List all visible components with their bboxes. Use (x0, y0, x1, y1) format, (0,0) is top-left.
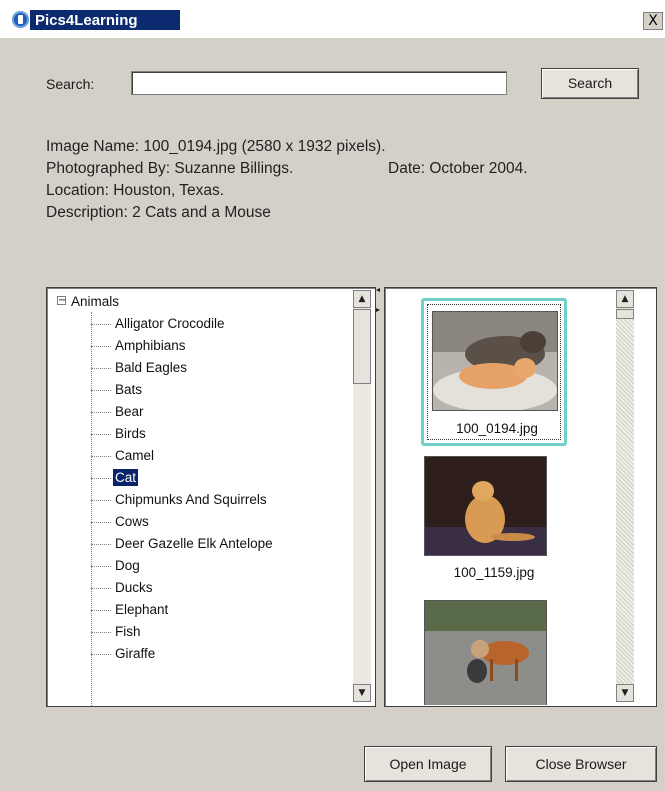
tree-branch-line (91, 411, 111, 413)
tree-scrollbar[interactable]: ▲ ▼ (353, 290, 371, 702)
thumbnail-image (432, 311, 558, 411)
thumbnail-scrollbar[interactable]: ▲ ▼ (616, 290, 634, 702)
tree-branch-line (91, 521, 111, 523)
tree-item-label: Bats (115, 382, 143, 397)
tree-item-label: Amphibians (115, 338, 186, 353)
tree-item-label: Camel (115, 448, 155, 463)
thumbnail-caption: 100_0194.jpg (456, 421, 538, 436)
thumbnail-caption: 100_1159.jpg (453, 565, 535, 580)
scroll-thumb[interactable] (616, 309, 634, 319)
tree-branch-line (91, 499, 111, 501)
tree-item[interactable]: Alligator Crocodile (91, 316, 227, 336)
scroll-up-icon[interactable]: ▲ (353, 290, 371, 308)
image-name-text: Image Name: 100_0194.jpg (2580 x 1932 pi… (46, 138, 386, 155)
tree-branch-line (91, 543, 111, 545)
tree-branch-line (91, 455, 111, 457)
tree-item-label: Deer Gazelle Elk Antelope (115, 536, 273, 551)
tree-item-label: Chipmunks And Squirrels (115, 492, 267, 507)
thumbnail-item[interactable]: 100_1159.jpg (421, 456, 567, 586)
tree-item[interactable]: Bald Eagles (91, 360, 189, 380)
tree-branch-line (91, 323, 111, 325)
tree-branch-line (91, 389, 111, 391)
scroll-down-icon[interactable]: ▼ (616, 684, 634, 702)
tree-branch-line (91, 345, 111, 347)
tree-item[interactable]: Deer Gazelle Elk Antelope (91, 536, 275, 556)
location-text: Location: Houston, Texas. (46, 182, 225, 199)
title-bar[interactable]: Pics4Learning X (0, 0, 665, 38)
tree-branch-line (91, 653, 111, 655)
scroll-down-icon[interactable]: ▼ (353, 684, 371, 702)
tree-item-label: Fish (115, 624, 141, 639)
scroll-up-icon[interactable]: ▲ (616, 290, 634, 308)
thumbnail-image (424, 456, 547, 556)
tree-item-label: Cows (115, 514, 149, 529)
scroll-thumb[interactable] (353, 309, 371, 384)
tree-item[interactable]: Cows (91, 514, 151, 534)
tree-item[interactable]: Dog (91, 558, 142, 578)
tree-item[interactable]: Camel (91, 448, 156, 468)
tree-item[interactable]: Amphibians (91, 338, 188, 358)
tree-item[interactable]: Birds (91, 426, 148, 446)
tree-item[interactable]: Bats (91, 382, 144, 402)
tree-item[interactable]: Giraffe (91, 646, 157, 666)
tree-item-label: Giraffe (115, 646, 156, 661)
description-text: Description: 2 Cats and a Mouse (46, 204, 271, 221)
tree-item[interactable]: Ducks (91, 580, 155, 600)
tree-item[interactable]: Cat (91, 469, 139, 490)
tree-item-label: Elephant (115, 602, 169, 617)
tree-root-label: Animals (71, 294, 120, 309)
tree-branch-line (91, 477, 111, 479)
tree-branch-line (91, 609, 111, 611)
tree-branch-line (91, 565, 111, 567)
thumbnail-item[interactable]: 100_0194.jpg (421, 298, 567, 446)
splitter-handle-icon[interactable] (376, 288, 381, 318)
tree-root[interactable]: − Animals (57, 294, 119, 309)
photographer-text: Photographed By: Suzanne Billings. (46, 160, 294, 177)
tree-item-label: Bear (115, 404, 144, 419)
tree-item-label: Ducks (115, 580, 153, 595)
thumbnail-image (424, 600, 547, 705)
close-icon[interactable]: X (643, 12, 663, 30)
tree-item-label: Birds (115, 426, 146, 441)
search-button[interactable]: Search (541, 68, 639, 99)
tree-item[interactable]: Fish (91, 624, 143, 644)
tree-item-label: Bald Eagles (115, 360, 188, 375)
collapse-icon[interactable]: − (57, 296, 66, 306)
tree-branch-line (91, 433, 111, 435)
search-label: Search: (46, 76, 95, 92)
window-title: Pics4Learning (33, 11, 142, 30)
open-image-button[interactable]: Open Image (364, 746, 492, 782)
tree-branch-line (91, 587, 111, 589)
tree-branch-line (91, 367, 111, 369)
tree-item[interactable]: Bear (91, 404, 146, 424)
date-text: Date: October 2004. (388, 160, 528, 177)
thumbnail-list[interactable]: 100_0194.jpg 100_1159.jpg ▲ ▼ (384, 287, 657, 707)
tree-item[interactable]: Elephant (91, 602, 170, 622)
app-window: Pics4Learning X Search: Search Image Nam… (0, 0, 665, 791)
app-icon (12, 11, 29, 28)
close-browser-button[interactable]: Close Browser (505, 746, 657, 782)
tree-branch-line (91, 631, 111, 633)
tree-item[interactable]: Chipmunks And Squirrels (91, 492, 269, 512)
tree-item-label: Cat (113, 469, 139, 486)
search-input[interactable] (131, 71, 507, 95)
category-tree[interactable]: − Animals Alligator Crocodile Amphibians B… (46, 287, 376, 707)
tree-item-label: Dog (115, 558, 140, 573)
tree-item-label: Alligator Crocodile (115, 316, 225, 331)
thumbnail-item[interactable] (421, 600, 567, 705)
